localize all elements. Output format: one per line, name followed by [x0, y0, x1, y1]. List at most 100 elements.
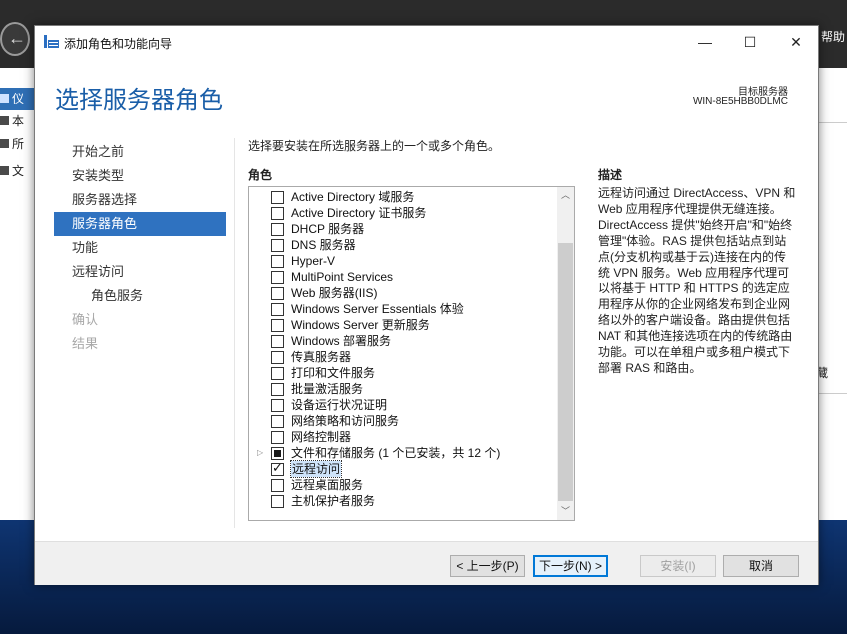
maximize-button[interactable]: ☐	[727, 30, 773, 54]
role-label[interactable]: 打印和文件服务	[291, 365, 375, 381]
role-item[interactable]: Web 服务器(IIS)	[249, 285, 557, 301]
role-label[interactable]: 设备运行状况证明	[291, 397, 387, 413]
nav-item-label: 所	[12, 137, 25, 151]
role-label[interactable]: DNS 服务器	[291, 237, 356, 253]
role-item[interactable]: 主机保护者服务	[249, 493, 557, 509]
help-menu[interactable]: 帮助	[821, 28, 845, 45]
role-checkbox[interactable]	[271, 461, 284, 476]
role-item[interactable]: 远程桌面服务	[249, 477, 557, 493]
role-item[interactable]: DHCP 服务器	[249, 221, 557, 237]
role-label[interactable]: Windows 部署服务	[291, 333, 391, 349]
role-checkbox[interactable]	[271, 367, 284, 380]
role-checkbox[interactable]	[271, 223, 284, 236]
role-item[interactable]: ▷ 文件和存储服务 (1 个已安装，共 12 个)	[249, 445, 557, 461]
role-checkbox[interactable]	[271, 495, 284, 508]
wizard-steps: 开始之前 安装类型 服务器选择 服务器角色 功能 远程访问 角色服务 确认 结果	[54, 140, 226, 356]
role-label[interactable]: 远程访问	[289, 460, 343, 478]
role-label[interactable]: Active Directory 证书服务	[291, 205, 426, 221]
role-label[interactable]: 网络控制器	[291, 429, 351, 445]
role-label[interactable]: Active Directory 域服务	[291, 189, 414, 205]
scroll-down-icon[interactable]: ﹀	[557, 503, 574, 520]
previous-button[interactable]: < 上一步(P)	[450, 555, 525, 577]
role-checkbox[interactable]	[271, 207, 284, 220]
nav-item-icon	[0, 116, 9, 125]
minimize-button[interactable]: —	[682, 30, 728, 54]
role-item[interactable]: 传真服务器	[249, 349, 557, 365]
role-label[interactable]: 文件和存储服务 (1 个已安装，共 12 个)	[291, 445, 500, 461]
wizard-step[interactable]: 服务器角色	[54, 212, 226, 236]
back-button[interactable]: ←	[0, 22, 30, 56]
role-item[interactable]: Windows Server 更新服务	[249, 317, 557, 333]
role-checkbox[interactable]	[271, 415, 284, 428]
role-item[interactable]: Windows Server Essentials 体验	[249, 301, 557, 317]
role-checkbox[interactable]	[271, 335, 284, 348]
role-item[interactable]: Active Directory 域服务	[249, 189, 557, 205]
role-checkbox[interactable]	[271, 351, 284, 364]
role-label[interactable]: 传真服务器	[291, 349, 351, 365]
nav-item-label: 本	[12, 114, 25, 128]
roles-scrollbar[interactable]: ︿ ﹀	[557, 187, 574, 520]
role-item[interactable]: Hyper-V	[249, 253, 557, 269]
expand-icon[interactable]: ▷	[257, 448, 263, 457]
role-checkbox[interactable]	[271, 287, 284, 300]
role-description: 远程访问通过 DirectAccess、VPN 和 Web 应用程序代理提供无缝…	[598, 186, 796, 375]
role-label[interactable]: Web 服务器(IIS)	[291, 285, 377, 301]
role-label[interactable]: Windows Server 更新服务	[291, 317, 430, 333]
back-arrow-icon: ←	[8, 28, 26, 48]
wizard-step[interactable]: 功能	[54, 236, 226, 260]
role-label[interactable]: Windows Server Essentials 体验	[291, 301, 464, 317]
role-checkbox[interactable]	[271, 191, 284, 204]
wizard-step[interactable]: 远程访问	[54, 260, 226, 284]
role-checkbox[interactable]	[271, 399, 284, 412]
server-manager-nav-item[interactable]: 所	[0, 133, 36, 155]
next-button[interactable]: 下一步(N) >	[533, 555, 608, 577]
role-checkbox[interactable]	[271, 303, 284, 316]
role-checkbox[interactable]	[271, 239, 284, 252]
role-item[interactable]: 远程访问	[249, 460, 557, 478]
roles-list[interactable]: ︿ ﹀ Active Directory 域服务 Active Directory…	[248, 186, 575, 521]
role-item[interactable]: DNS 服务器	[249, 237, 557, 253]
role-checkbox[interactable]	[271, 271, 284, 284]
role-label[interactable]: DHCP 服务器	[291, 221, 364, 237]
cancel-button[interactable]: 取消	[723, 555, 799, 577]
close-button[interactable]: ✕	[773, 30, 819, 54]
nav-item-label: 仪	[12, 92, 25, 106]
role-item[interactable]: 设备运行状况证明	[249, 397, 557, 413]
roles-header: 角色	[248, 168, 273, 182]
role-item[interactable]: MultiPoint Services	[249, 269, 557, 285]
wizard-step[interactable]: 安装类型	[54, 164, 226, 188]
nav-item-icon	[0, 94, 9, 103]
role-label[interactable]: 批量激活服务	[291, 381, 363, 397]
server-manager-nav-item[interactable]: 仪	[0, 88, 36, 110]
role-item[interactable]: 网络控制器	[249, 429, 557, 445]
role-label[interactable]: 主机保护者服务	[291, 493, 375, 509]
wizard-content: 开始之前 安装类型 服务器选择 服务器角色 功能 远程访问 角色服务 确认 结果 选择要安装在所…	[35, 134, 818, 541]
install-button[interactable]: 安装(I)	[640, 555, 716, 577]
role-item[interactable]: 网络策略和访问服务	[249, 413, 557, 429]
wizard-step: 结果	[72, 336, 99, 351]
instruction-text: 选择要安装在所选服务器上的一个或多个角色。	[248, 139, 501, 153]
server-manager-nav-item[interactable]: 本	[0, 110, 36, 132]
role-checkbox[interactable]	[271, 447, 284, 460]
role-checkbox[interactable]	[271, 431, 284, 444]
role-label[interactable]: MultiPoint Services	[291, 269, 393, 285]
add-roles-wizard: 添加角色和功能向导 — ☐ ✕ 选择服务器角色 目标服务器 WIN-8E5HBB…	[34, 25, 819, 585]
role-item[interactable]: 批量激活服务	[249, 381, 557, 397]
role-checkbox[interactable]	[271, 383, 284, 396]
role-item[interactable]: 打印和文件服务	[249, 365, 557, 381]
wizard-step[interactable]: 开始之前	[54, 140, 226, 164]
role-label[interactable]: 网络策略和访问服务	[291, 413, 399, 429]
role-checkbox[interactable]	[271, 319, 284, 332]
scroll-thumb[interactable]	[558, 243, 573, 501]
wizard-step[interactable]: 服务器选择	[54, 188, 226, 212]
role-item[interactable]: Active Directory 证书服务	[249, 205, 557, 221]
wizard-titlebar: 添加角色和功能向导 — ☐ ✕	[35, 26, 818, 58]
role-label[interactable]: 远程桌面服务	[291, 477, 363, 493]
role-checkbox[interactable]	[271, 255, 284, 268]
role-checkbox[interactable]	[271, 479, 284, 492]
role-label[interactable]: Hyper-V	[291, 253, 335, 269]
server-manager-nav-item[interactable]: 文	[0, 160, 36, 182]
role-item[interactable]: Windows 部署服务	[249, 333, 557, 349]
scroll-up-icon[interactable]: ︿	[557, 187, 574, 204]
wizard-step[interactable]: 角色服务	[54, 284, 226, 308]
